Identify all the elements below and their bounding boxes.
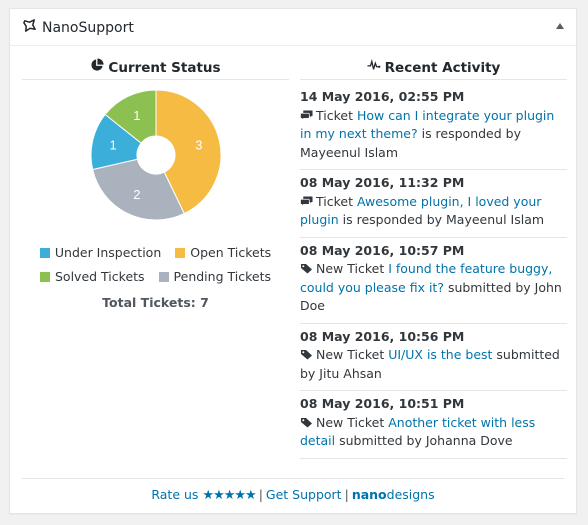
nanosupport-widget: NanoSupport Current Status 3 2 1 1 Under In… [9,8,577,514]
activity-prefix: New Ticket [316,347,385,362]
recent-activity-title: Recent Activity [384,59,501,76]
slice-label: 1 [133,108,140,123]
activity-item: 08 May 2016, 11:32 PM Ticket Awesome plug… [300,170,567,238]
activity-date: 14 May 2016, 02:55 PM [300,89,465,104]
activity-list: 14 May 2016, 02:55 PM Ticket How can I in… [300,88,567,459]
separator: | [344,487,349,502]
total-tickets: Total Tickets: 7 [102,295,209,310]
current-status-heading: Current Status [22,56,289,80]
legend-swatch [175,248,186,258]
current-status-title: Current Status [108,59,221,76]
activity-suffix: is responded by Mayeenul Islam [342,212,545,227]
get-support-link[interactable]: Get Support [266,487,342,502]
legend-item-under-inspection[interactable]: Under Inspection [39,241,162,265]
nanodesigns-link[interactable]: nanodesigns [352,487,435,502]
brand-rest: designs [386,487,435,502]
recent-activity-panel: Recent Activity 14 May 2016, 02:55 PM Tic… [300,55,567,459]
comments-icon [300,108,313,122]
activity-suffix: submitted by Johanna Dove [339,433,513,448]
five-stars-icon: ★★★★★ [202,488,256,503]
activity-item: 08 May 2016, 10:56 PM New Ticket UI/UX is… [300,324,567,391]
comments-icon [300,194,313,208]
doughnut-chart: 3 2 1 1 [90,89,222,221]
slice-label: 1 [109,138,116,153]
activity-date: 08 May 2016, 11:32 PM [300,175,465,190]
tag-icon [300,347,313,360]
legend-item-pending-tickets[interactable]: Pending Tickets [158,265,271,289]
activity-prefix: New Ticket [316,261,385,276]
legend-label: Open Tickets [190,245,272,260]
legend-label: Under Inspection [54,245,162,260]
separator: | [258,487,263,502]
recent-activity-heading: Recent Activity [300,56,567,80]
slice-label: 2 [133,187,140,202]
slice-label: 3 [195,138,202,153]
current-status-panel: Current Status 3 2 1 1 Under Inspection Ope… [22,55,289,310]
legend-swatch [40,272,50,282]
activity-text: Ticket Awesome plugin, I loved your plug… [300,193,567,230]
activity-text: Ticket How can I integrate your plugin i… [300,107,567,163]
legend-label: Pending Tickets [173,269,271,284]
rate-us-link[interactable]: Rate us ★★★★★ [151,487,256,503]
widget-title: NanoSupport [22,18,134,37]
rate-us-label: Rate us [151,487,199,502]
activity-text: New Ticket Another ticket with less deta… [300,414,567,451]
activity-text: New Ticket UI/UX is the best submitted b… [300,346,567,383]
activity-date: 08 May 2016, 10:56 PM [300,328,465,344]
widget-footer: Rate us ★★★★★ | Get Support | nanodesigns [22,478,564,503]
legend-item-open-tickets[interactable]: Open Tickets [175,241,271,265]
brand-bold: nano [351,487,387,502]
activity-item: 08 May 2016, 10:57 PM New Ticket I found … [300,238,567,324]
activity-prefix: Ticket [316,193,353,209]
star-outline-icon [22,18,37,37]
legend-item-solved-tickets[interactable]: Solved Tickets [40,265,145,289]
status-chart: 3 2 1 1 [22,88,289,238]
chart-legend: Under Inspection Open Tickets Solved Tic… [22,241,289,289]
tag-icon [300,261,313,274]
activity-text: New Ticket I found the feature buggy, co… [300,260,567,316]
collapse-toggle-button[interactable] [556,23,564,29]
legend-swatch [39,248,50,258]
widget-header: NanoSupport [10,9,576,46]
activity-prefix: Ticket [316,107,353,123]
activity-date: 08 May 2016, 10:51 PM [300,396,465,411]
pie-chart-icon [90,57,104,79]
tag-icon [300,415,313,427]
ticket-link[interactable]: UI/UX is the best [388,347,492,362]
legend-label: Solved Tickets [55,269,145,284]
activity-prefix: New Ticket [316,414,385,430]
activity-item: 08 May 2016, 10:51 PM New Ticket Another … [300,391,567,459]
widget-title-text: NanoSupport [42,19,134,36]
activity-date: 08 May 2016, 10:57 PM [300,242,465,258]
pulse-icon [367,57,381,79]
legend-swatch [158,272,169,282]
activity-item: 14 May 2016, 02:55 PM Ticket How can I in… [300,88,567,170]
